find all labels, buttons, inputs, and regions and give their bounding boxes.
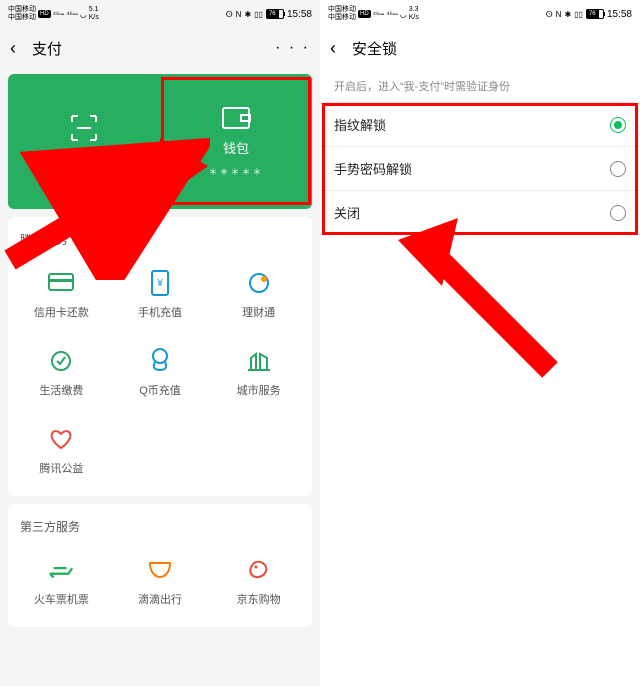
svc-credit-card[interactable]: 信用卡还款 (12, 256, 111, 334)
jd-icon (246, 557, 272, 583)
option-fingerprint[interactable]: 指纹解锁 (320, 103, 640, 147)
navbar: ‹ 安全锁 (320, 28, 640, 68)
vibrate-icon: ▯▯ (574, 10, 583, 19)
page-title: 安全锁 (352, 38, 397, 59)
city-icon (246, 348, 272, 374)
svc-phone-topup[interactable]: ¥ 手机充值 (111, 256, 210, 334)
carrier-label: 中国移动 (8, 14, 36, 22)
page-title: 支付 (32, 38, 62, 59)
didi-icon (147, 557, 173, 583)
thirdparty-title: 第三方服务 (12, 514, 308, 543)
receive-pay-tile[interactable]: 收付款 (8, 74, 160, 209)
phone-topup-icon: ¥ (147, 270, 173, 296)
net-speed: 5.1 (89, 6, 99, 14)
clock: 15:58 (607, 9, 632, 20)
credit-card-icon (48, 270, 74, 296)
wifi-icon: ◡ (80, 10, 87, 19)
signal-icon: ⁴⁶┉ (386, 10, 398, 19)
vibrate-icon: ▯▯ (254, 10, 263, 19)
wifi-icon: ◡ (400, 10, 407, 19)
qr-scan-icon (69, 113, 99, 143)
wallet-icon (221, 106, 251, 130)
svc-city[interactable]: 城市服务 (209, 334, 308, 412)
hd-badge: HD (358, 10, 371, 18)
battery-icon: 76 (266, 9, 284, 19)
svc-charity[interactable]: 腾讯公益 (12, 412, 111, 490)
hd-badge: HD (38, 10, 51, 18)
back-icon[interactable]: ‹ (330, 38, 352, 59)
licai-icon (246, 270, 272, 296)
radio-selected-icon (610, 117, 626, 133)
clock: 15:58 (287, 9, 312, 20)
net-speed: 3.3 (409, 6, 419, 14)
receive-pay-label: 收付款 (64, 151, 103, 170)
radio-icon (610, 161, 626, 177)
tencent-title: 腾讯服务 (12, 227, 308, 256)
option-gesture[interactable]: 手势密码解锁 (320, 147, 640, 191)
battery-icon: 76 (586, 9, 604, 19)
life-pay-icon (48, 348, 74, 374)
pay-hero: 收付款 钱包 ＊＊＊＊＊ (8, 74, 312, 209)
status-bar: 中国移动 中国移动 HD ⁴⁶┉ ⁴⁶┉ ◡ 5.1 K/s ⵙ N ✱ ▯▯ (0, 0, 320, 28)
radio-icon (610, 205, 626, 221)
navbar: ‹ 支付 · · · (0, 28, 320, 68)
net-speed-unit: K/s (89, 14, 99, 22)
carrier-label: 中国移动 (328, 14, 356, 22)
svc-life-pay[interactable]: 生活缴费 (12, 334, 111, 412)
nfc-icon: N (236, 10, 242, 19)
svc-train[interactable]: 火车票机票 (12, 543, 111, 621)
thirdparty-card: 第三方服务 火车票机票 滴滴出行 京东购物 (8, 504, 312, 627)
svc-didi[interactable]: 滴滴出行 (111, 543, 210, 621)
option-off[interactable]: 关闭 (320, 191, 640, 235)
left-screen: 中国移动 中国移动 HD ⁴⁶┉ ⁴⁶┉ ◡ 5.1 K/s ⵙ N ✱ ▯▯ (0, 0, 320, 686)
charity-icon (48, 426, 74, 452)
back-icon[interactable]: ‹ (10, 38, 32, 59)
nfc-icon: N (556, 10, 562, 19)
wallet-balance: ＊＊＊＊＊ (208, 165, 263, 178)
bluetooth-icon: ✱ (244, 10, 251, 19)
svg-text:¥: ¥ (156, 278, 163, 289)
svc-jd[interactable]: 京东购物 (209, 543, 308, 621)
security-options: 指纹解锁 手势密码解锁 关闭 (320, 102, 640, 235)
train-icon (48, 557, 74, 583)
svc-licai[interactable]: 理财通 (209, 256, 308, 334)
signal-icon: ⁴⁶┉ (373, 10, 385, 19)
signal-icon: ⁴⁶┉ (66, 10, 78, 19)
more-icon[interactable]: · · · (275, 39, 310, 57)
svc-qcoin[interactable]: Q币充值 (111, 334, 210, 412)
wallet-tile[interactable]: 钱包 ＊＊＊＊＊ (160, 74, 312, 209)
wallet-label: 钱包 (223, 138, 249, 157)
net-speed-unit: K/s (409, 14, 419, 22)
hint-text: 开启后，进入“我-支付”时需验证身份 (320, 68, 640, 102)
bluetooth-icon: ✱ (564, 10, 571, 19)
right-screen: 中国移动 中国移动 HD ⁴⁶┉ ⁴⁶┉ ◡ 3.3 K/s ⵙ N ✱ ▯▯ (320, 0, 640, 686)
tencent-card: 腾讯服务 信用卡还款 ¥ 手机充值 理财通 生活缴费 (8, 217, 312, 496)
carrier-label: 中国移动 (8, 6, 36, 14)
qcoin-icon (147, 348, 173, 374)
status-bar: 中国移动 中国移动 HD ⁴⁶┉ ⁴⁶┉ ◡ 3.3 K/s ⵙ N ✱ ▯▯ (320, 0, 640, 28)
eye-icon: ⵙ (546, 10, 553, 19)
carrier-label: 中国移动 (328, 6, 356, 14)
signal-icon: ⁴⁶┉ (53, 10, 65, 19)
eye-icon: ⵙ (226, 10, 233, 19)
